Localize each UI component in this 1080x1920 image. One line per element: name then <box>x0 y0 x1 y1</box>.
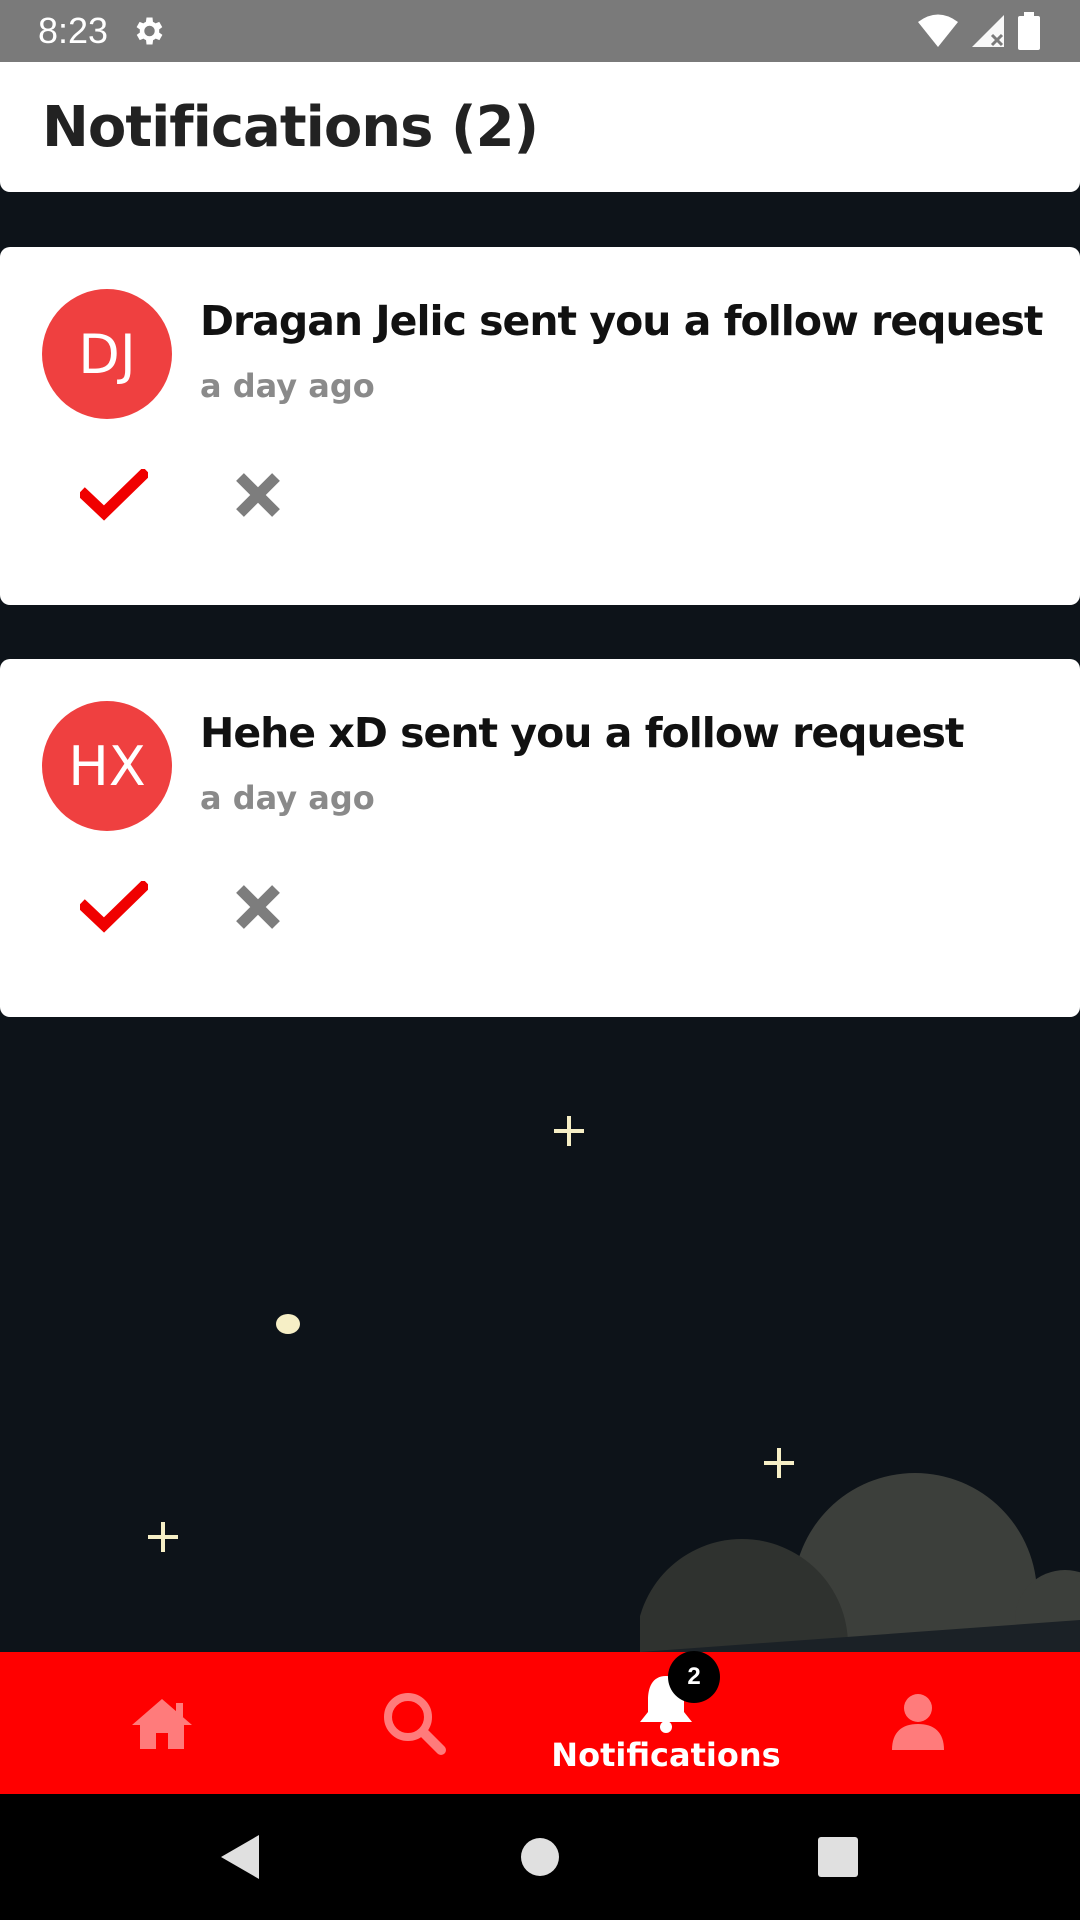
check-icon <box>80 881 148 933</box>
system-navigation-bar <box>0 1794 1080 1920</box>
reject-button[interactable] <box>232 879 284 935</box>
nav-search[interactable] <box>364 1652 464 1794</box>
status-icons <box>916 12 1042 50</box>
moon-dot <box>276 1314 300 1334</box>
star-sparkle-icon <box>554 1116 584 1146</box>
bottom-navigation: Notifications <box>0 1652 1080 1794</box>
back-triangle-icon <box>221 1835 259 1879</box>
system-home-button[interactable] <box>500 1794 580 1920</box>
page-header: Notifications (2) <box>0 62 1080 192</box>
settings-gear-icon <box>136 17 163 45</box>
user-icon <box>892 1694 944 1750</box>
x-icon <box>236 885 280 929</box>
recents-square-icon <box>818 1837 858 1877</box>
notification-time: a day ago <box>200 779 375 817</box>
nav-notifications[interactable]: Notifications <box>548 1652 784 1794</box>
notification-card: HX Hehe xD sent you a follow request a d… <box>0 659 1080 1017</box>
home-circle-icon <box>521 1838 559 1876</box>
system-recents-button[interactable] <box>798 1794 878 1920</box>
x-icon <box>236 473 280 517</box>
notification-card: DJ Dragan Jelic sent you a follow reques… <box>0 247 1080 605</box>
cellular-no-signal-icon <box>972 15 1004 47</box>
search-icon <box>384 1693 446 1755</box>
check-icon <box>80 469 148 521</box>
wifi-icon <box>918 14 958 47</box>
avatar[interactable]: HX <box>42 701 172 831</box>
accept-button[interactable] <box>78 877 150 937</box>
page-title: Notifications (2) <box>42 94 539 160</box>
notification-time: a day ago <box>200 367 375 405</box>
nav-notifications-label: Notifications <box>551 1736 781 1774</box>
accept-button[interactable] <box>78 465 150 525</box>
avatar-initials: HX <box>68 734 146 798</box>
avatar-initials: DJ <box>78 322 136 386</box>
notification-count-badge: 2 <box>668 1651 720 1703</box>
status-time: 8:23 <box>38 10 109 51</box>
notification-message: Dragan Jelic sent you a follow request <box>200 297 1044 345</box>
star-sparkle-icon <box>148 1522 178 1552</box>
status-bar: 8:23 <box>0 0 1080 62</box>
nav-home[interactable] <box>112 1652 212 1794</box>
avatar[interactable]: DJ <box>42 289 172 419</box>
system-back-button[interactable] <box>200 1794 280 1920</box>
nav-profile[interactable] <box>868 1652 968 1794</box>
cloud-illustration <box>640 1473 1080 1652</box>
battery-icon <box>1018 12 1040 50</box>
reject-button[interactable] <box>232 467 284 523</box>
app-root: 8:23 Notifications (2) DJ Dragan Jelic s… <box>0 0 1080 1920</box>
notification-message: Hehe xD sent you a follow request <box>200 709 965 757</box>
home-icon <box>132 1699 192 1749</box>
